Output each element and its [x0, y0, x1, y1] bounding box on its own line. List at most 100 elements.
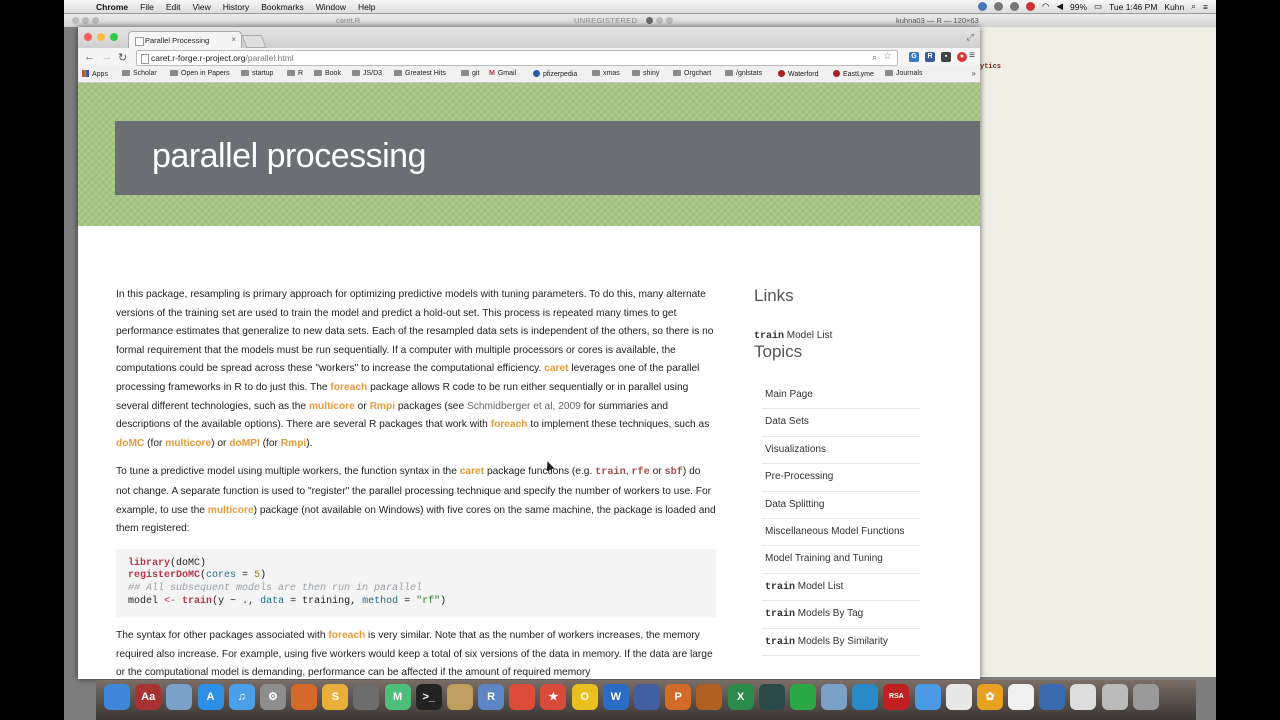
- dictionary-icon[interactable]: Aa: [135, 684, 162, 710]
- alert-icon[interactable]: [1026, 2, 1036, 11]
- system-preferences-icon[interactable]: ⚙: [259, 684, 286, 710]
- close-window-icon[interactable]: [84, 33, 92, 41]
- menu-file[interactable]: File: [140, 2, 154, 12]
- topic-pre-processing[interactable]: Pre-Processing: [762, 464, 920, 492]
- app-menu-chrome[interactable]: Chrome: [96, 2, 128, 12]
- tab-parallel-processing[interactable]: Parallel Processing ×: [128, 31, 242, 49]
- r-extension-icon[interactable]: R: [925, 52, 935, 62]
- notification-center-icon[interactable]: ≡: [1203, 2, 1208, 12]
- forward-arrow-icon[interactable]: →: [101, 51, 112, 63]
- fullscreen-icon[interactable]: ⤢: [967, 32, 974, 43]
- topic-data-splitting[interactable]: Data Splitting: [762, 492, 920, 519]
- bookmark-pfizerpedia[interactable]: pfizerpedia: [533, 70, 577, 78]
- link-foreach[interactable]: foreach: [328, 630, 365, 641]
- link-sbf-function[interactable]: sbf: [665, 467, 683, 478]
- quill-icon[interactable]: [634, 684, 660, 710]
- matlab-icon[interactable]: [291, 684, 318, 710]
- preview-icon[interactable]: [166, 684, 193, 710]
- topic-train-models-by-tag[interactable]: train Models By Tag: [762, 601, 920, 629]
- time-machine-icon[interactable]: [1010, 2, 1020, 11]
- sidebar-link-train-model-list[interactable]: train Model List: [754, 330, 934, 342]
- link-schmidberger-citation[interactable]: Schmidberger et al, 2009: [467, 401, 581, 412]
- safari-icon[interactable]: [914, 684, 941, 710]
- stack-icon[interactable]: [1101, 684, 1128, 710]
- camera-extension-icon[interactable]: ▪: [941, 52, 951, 62]
- topic-train-model-list[interactable]: train Model List: [762, 574, 920, 602]
- close-tab-icon[interactable]: ×: [231, 35, 236, 44]
- safari-globe-icon[interactable]: [852, 684, 879, 710]
- bookmark-apps[interactable]: Apps: [82, 70, 108, 78]
- topic-visualizations[interactable]: Visualizations: [762, 437, 920, 465]
- menu-edit[interactable]: Edit: [166, 2, 181, 12]
- link-multicore[interactable]: multicore: [165, 438, 211, 449]
- sync-icon[interactable]: [978, 2, 988, 11]
- m-app-icon[interactable]: M: [384, 684, 411, 710]
- excel-icon[interactable]: X: [727, 684, 754, 710]
- rsa-securid-icon[interactable]: RSA: [883, 684, 910, 710]
- bookmark-startup[interactable]: startup: [241, 70, 273, 77]
- user-name[interactable]: Kuhn: [1164, 2, 1184, 12]
- terminal-icon[interactable]: >_: [415, 684, 442, 710]
- bookmark-star-icon[interactable]: ☆: [883, 51, 892, 62]
- app-store-icon[interactable]: A: [197, 684, 224, 710]
- flower-icon[interactable]: ✿: [976, 684, 1003, 710]
- clock[interactable]: Tue 1:46 PM: [1109, 2, 1157, 12]
- itunes-icon[interactable]: ♫: [228, 684, 255, 710]
- bookmark-scholar[interactable]: Scholar: [122, 70, 157, 77]
- box-icon[interactable]: [446, 684, 473, 710]
- minimize-window-icon[interactable]: [97, 33, 105, 41]
- link-domc[interactable]: doMC: [116, 438, 144, 449]
- volume-icon[interactable]: ◀: [1056, 1, 1063, 12]
- bookmark-book[interactable]: Book: [314, 70, 341, 77]
- onepassword-icon[interactable]: [1039, 684, 1066, 710]
- wifi-icon[interactable]: [821, 684, 848, 710]
- new-tab-button[interactable]: [241, 35, 267, 48]
- bookmark-gmail[interactable]: M Gmail: [489, 70, 516, 77]
- file-icon[interactable]: [1008, 684, 1035, 710]
- link-caret[interactable]: caret: [544, 363, 568, 374]
- document-icon[interactable]: [945, 684, 972, 710]
- bookmark-eastlyme[interactable]: EastLyme: [833, 70, 874, 78]
- bookmark-shiny[interactable]: shiny: [632, 70, 659, 77]
- outlook-icon[interactable]: O: [571, 684, 598, 710]
- bookmark-open-in-papers[interactable]: Open in Papers: [170, 70, 230, 77]
- folder-icon[interactable]: [1070, 684, 1097, 710]
- terminal-body[interactable]: ytics: [980, 27, 1216, 677]
- finder-icon[interactable]: [104, 684, 130, 710]
- link-multicore[interactable]: multicore: [208, 505, 254, 516]
- reload-icon[interactable]: ↻: [118, 51, 127, 64]
- link-foreach[interactable]: foreach: [330, 382, 367, 393]
- code-block[interactable]: library(doMC) registerDoMC(cores = 5) ##…: [116, 548, 716, 618]
- topic-miscellaneous-model-functions[interactable]: Miscellaneous Model Functions: [762, 519, 920, 547]
- search-icon[interactable]: ⌕: [872, 52, 877, 63]
- bookmark-gnlstats[interactable]: /gnlstats: [725, 70, 762, 77]
- bookmark-js-d3[interactable]: JS/D3: [352, 70, 382, 77]
- bookmark-git[interactable]: git: [461, 70, 479, 77]
- link-train-function[interactable]: train: [595, 467, 626, 478]
- status-icon[interactable]: [994, 2, 1004, 11]
- topic-main-page[interactable]: Main Page: [762, 382, 920, 410]
- menu-bookmarks[interactable]: Bookmarks: [261, 2, 304, 12]
- bookmark-xmas[interactable]: xmas: [592, 70, 620, 77]
- spotlight-icon[interactable]: ⌕: [1191, 1, 1196, 12]
- word-icon[interactable]: W: [602, 684, 629, 710]
- sequel-icon[interactable]: [353, 684, 380, 710]
- link-rfe-function[interactable]: rfe: [631, 467, 649, 478]
- chrome-menu-icon[interactable]: ≡: [969, 50, 975, 61]
- menu-history[interactable]: History: [223, 2, 249, 12]
- chrome-icon[interactable]: [509, 684, 536, 710]
- presentation-icon[interactable]: [696, 684, 723, 710]
- bookmark-r[interactable]: R: [287, 70, 303, 77]
- bookmark-journals[interactable]: Journals: [885, 70, 922, 77]
- link-multicore[interactable]: multicore: [309, 401, 355, 412]
- adblock-icon[interactable]: ●: [957, 52, 967, 62]
- more-bookmarks-icon[interactable]: »: [972, 69, 976, 78]
- bookmark-greatest-hits[interactable]: Greatest Hits: [394, 70, 446, 77]
- powerpoint-icon[interactable]: P: [665, 684, 692, 710]
- bookmark-app-icon[interactable]: ★: [540, 684, 567, 710]
- menu-view[interactable]: View: [192, 2, 210, 12]
- link-caret[interactable]: caret: [460, 466, 484, 477]
- link-rmpi[interactable]: Rmpi: [281, 438, 306, 449]
- activity-monitor-icon[interactable]: [758, 684, 785, 710]
- zoom-window-icon[interactable]: [110, 33, 118, 41]
